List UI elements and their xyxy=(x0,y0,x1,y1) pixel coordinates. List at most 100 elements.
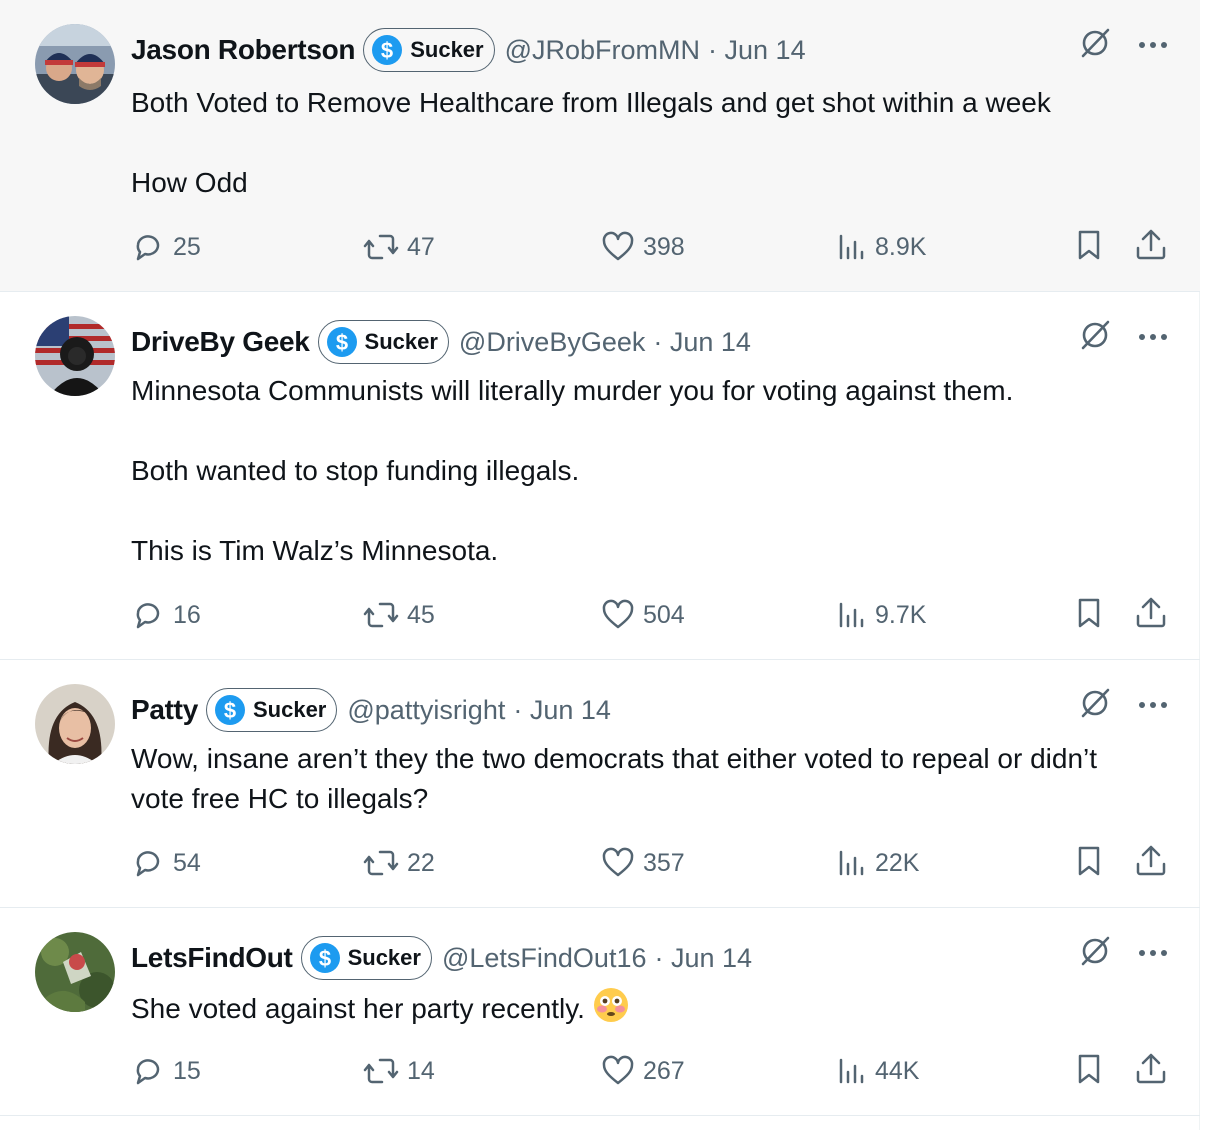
tweet-paragraph: Wow, insane aren’t they the two democrat… xyxy=(131,743,1098,814)
more-dots-icon[interactable] xyxy=(1138,697,1168,715)
tweet[interactable]: LetsFindOut $ Sucker @LetsFindOut16 · Ju… xyxy=(0,908,1200,1116)
bookmark-icon[interactable] xyxy=(1074,1052,1104,1091)
tweet[interactable]: Jason Robertson $ Sucker @JRobFromMN · J… xyxy=(0,0,1200,292)
reply-button[interactable]: 25 xyxy=(131,227,201,267)
badge-label: Sucker xyxy=(410,37,484,62)
timestamp[interactable]: · Jun 14 xyxy=(513,695,611,726)
share-icon[interactable] xyxy=(1134,844,1168,883)
views-icon xyxy=(839,234,864,260)
views-button[interactable]: 9.7K xyxy=(837,595,926,635)
handle[interactable]: @pattyisright xyxy=(347,695,505,726)
dollar-coin-icon: $ xyxy=(372,35,403,65)
views-button[interactable]: 44K xyxy=(837,1051,919,1091)
dollar-coin-icon: $ xyxy=(326,327,357,357)
share-icon[interactable] xyxy=(1134,1052,1168,1091)
grok-slash-icon[interactable] xyxy=(1078,318,1112,357)
heart-icon xyxy=(602,231,634,261)
repost-icon xyxy=(363,234,399,260)
repost-button[interactable]: 14 xyxy=(363,1051,435,1091)
tweet-text: Wow, insane aren’t they the two democrat… xyxy=(131,739,1131,819)
timestamp[interactable]: · Jun 14 xyxy=(653,327,751,358)
tweet-top-actions xyxy=(1078,934,1168,973)
grok-slash-icon[interactable] xyxy=(1078,934,1112,973)
action-bar: 25 47 398 8.9K xyxy=(131,227,1168,267)
repost-button[interactable]: 47 xyxy=(363,227,435,267)
subscription-badge[interactable]: $ Sucker xyxy=(300,936,432,980)
display-name[interactable]: Patty xyxy=(131,694,198,726)
tweet-top-actions xyxy=(1078,686,1168,725)
handle[interactable]: @LetsFindOut16 xyxy=(442,943,647,974)
views-count: 8.9K xyxy=(875,232,927,261)
subscription-badge[interactable]: $ Sucker xyxy=(317,320,449,364)
like-count: 504 xyxy=(643,600,685,629)
avatar[interactable] xyxy=(35,24,115,104)
dollar-coin-icon: $ xyxy=(214,695,245,725)
grok-slash-icon[interactable] xyxy=(1078,26,1112,65)
repost-icon xyxy=(363,602,399,628)
subscription-badge[interactable]: $ Sucker xyxy=(205,688,338,732)
repost-count: 22 xyxy=(407,848,435,877)
display-name[interactable]: DriveBy Geek xyxy=(131,326,310,358)
bookmark-icon[interactable] xyxy=(1074,228,1104,267)
like-button[interactable]: 357 xyxy=(601,843,685,883)
tweet-header: LetsFindOut $ Sucker @LetsFindOut16 · Ju… xyxy=(131,936,753,980)
subscription-badge[interactable]: $ Sucker xyxy=(363,28,495,72)
tweet-paragraph: Minnesota Communists will literally murd… xyxy=(131,375,1014,406)
handle[interactable]: @JRobFromMN xyxy=(505,35,700,66)
more-dots-icon[interactable] xyxy=(1138,329,1168,347)
heart-icon xyxy=(602,1055,634,1085)
like-count: 398 xyxy=(643,232,685,261)
avatar[interactable] xyxy=(35,932,115,1012)
action-bar: 16 45 504 9.7K xyxy=(131,595,1168,635)
tweet-paragraph: Both wanted to stop funding illegals. xyxy=(131,455,580,486)
tweet-paragraph: How Odd xyxy=(131,167,248,198)
display-name[interactable]: Jason Robertson xyxy=(131,34,356,66)
flushed-face-emoji xyxy=(593,987,629,1034)
svg-text:$: $ xyxy=(318,946,330,971)
tweet-paragraph: She voted against her party recently. xyxy=(131,987,1161,1034)
display-name[interactable]: LetsFindOut xyxy=(131,942,293,974)
avatar[interactable] xyxy=(35,316,115,396)
handle[interactable]: @DriveByGeek xyxy=(459,327,645,358)
action-bar: 54 22 357 22K xyxy=(131,843,1168,883)
reply-icon xyxy=(136,603,160,629)
dollar-coin-icon: $ xyxy=(309,943,340,973)
tweet[interactable]: Patty $ Sucker @pattyisright · Jun 14 Wo… xyxy=(0,660,1200,908)
tweet[interactable]: DriveBy Geek $ Sucker @DriveByGeek · Jun… xyxy=(0,292,1200,660)
repost-icon xyxy=(363,850,399,876)
tweet-text: Minnesota Communists will literally murd… xyxy=(131,371,1161,571)
like-count: 357 xyxy=(643,848,685,877)
share-icon[interactable] xyxy=(1134,596,1168,635)
share-icon[interactable] xyxy=(1134,228,1168,267)
reply-feed: Jason Robertson $ Sucker @JRobFromMN · J… xyxy=(0,0,1200,1130)
reply-button[interactable]: 54 xyxy=(131,843,201,883)
views-button[interactable]: 8.9K xyxy=(837,227,926,267)
bookmark-icon[interactable] xyxy=(1074,844,1104,883)
views-icon xyxy=(839,1058,864,1084)
avatar[interactable] xyxy=(35,684,115,764)
heart-icon xyxy=(602,599,634,629)
repost-button[interactable]: 22 xyxy=(363,843,435,883)
like-button[interactable]: 267 xyxy=(601,1051,685,1091)
action-bar: 15 14 267 44K xyxy=(131,1051,1168,1091)
reply-count: 15 xyxy=(173,1056,201,1085)
bookmark-icon[interactable] xyxy=(1074,596,1104,635)
tweet-top-actions xyxy=(1078,26,1168,65)
repost-button[interactable]: 45 xyxy=(363,595,435,635)
timestamp[interactable]: · Jun 14 xyxy=(655,943,753,974)
more-dots-icon[interactable] xyxy=(1138,37,1168,55)
tweet-header: Jason Robertson $ Sucker @JRobFromMN · J… xyxy=(131,28,806,72)
reply-button[interactable]: 16 xyxy=(131,595,201,635)
like-count: 267 xyxy=(643,1056,685,1085)
like-button[interactable]: 398 xyxy=(601,227,685,267)
repost-count: 45 xyxy=(407,600,435,629)
tweet-header: DriveBy Geek $ Sucker @DriveByGeek · Jun… xyxy=(131,320,751,364)
more-dots-icon[interactable] xyxy=(1138,945,1168,963)
views-button[interactable]: 22K xyxy=(837,843,919,883)
like-button[interactable]: 504 xyxy=(601,595,685,635)
timestamp[interactable]: · Jun 14 xyxy=(708,35,806,66)
grok-slash-icon[interactable] xyxy=(1078,686,1112,725)
svg-text:$: $ xyxy=(224,698,236,723)
reply-button[interactable]: 15 xyxy=(131,1051,201,1091)
views-icon xyxy=(839,850,864,876)
